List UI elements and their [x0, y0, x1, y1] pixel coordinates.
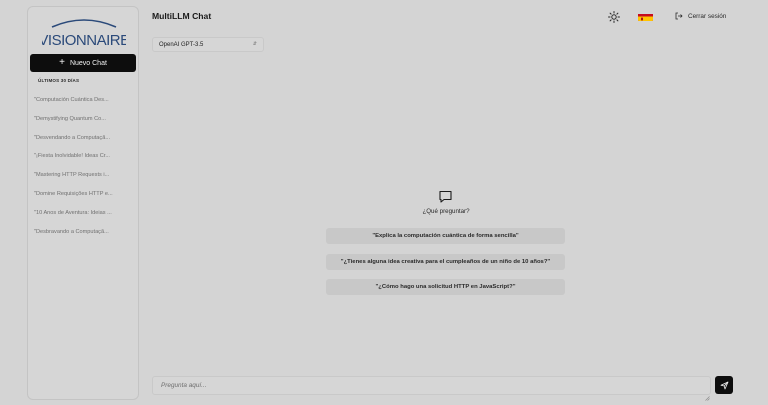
language-selector[interactable]	[638, 11, 653, 21]
model-select-value: OpenAI GPT-3.5	[159, 41, 204, 48]
logout-icon	[675, 12, 683, 20]
history-item[interactable]: "Computación Cuántica Des...	[34, 91, 132, 110]
new-chat-button[interactable]: + Nuevo Chat	[30, 54, 136, 72]
empty-state-prompt: ¿Qué preguntar?	[422, 208, 470, 215]
sidebar: VISIONNAIRE + Nuevo Chat ÚLTIMOS 30 DÍAS…	[27, 6, 139, 400]
history-item[interactable]: "¡Fiesta Inolvidable! Ideas Cr...	[34, 147, 132, 166]
history-item[interactable]: "10 Anos de Aventura: Ideias ...	[34, 204, 132, 223]
chat-history-list: "Computación Cuántica Des... "Demystifyi…	[34, 91, 132, 241]
model-select[interactable]: OpenAI GPT-3.5 ⇵	[152, 37, 264, 52]
flag-spain-icon	[638, 14, 653, 21]
history-item[interactable]: "Desvendando a Computaçã...	[34, 129, 132, 148]
app-title: MultiLLM Chat	[152, 11, 212, 21]
app-window: VISIONNAIRE + Nuevo Chat ÚLTIMOS 30 DÍAS…	[0, 0, 768, 405]
chat-bubble-icon	[438, 189, 453, 204]
chevron-up-down-icon: ⇵	[252, 41, 257, 47]
logout-button[interactable]: Cerrar sesión	[675, 12, 726, 20]
send-button[interactable]	[715, 376, 733, 394]
suggestion-button[interactable]: "¿Cómo hago una solicitud HTTP en JavaSc…	[326, 279, 565, 295]
visionnaire-logo: VISIONNAIRE	[42, 15, 126, 51]
resize-grip-icon[interactable]	[705, 388, 710, 401]
suggestion-button[interactable]: "Explica la computación cuántica de form…	[326, 228, 565, 244]
send-icon	[720, 381, 728, 389]
history-item[interactable]: "Demystifying Quantum Co...	[34, 110, 132, 129]
history-item[interactable]: "Mastering HTTP Requests i...	[34, 166, 132, 185]
theme-toggle-button[interactable]	[607, 10, 621, 24]
suggestion-button[interactable]: "¿Tienes alguna idea creativa para el cu…	[326, 254, 565, 270]
logout-label: Cerrar sesión	[688, 12, 727, 20]
history-section-label: ÚLTIMOS 30 DÍAS	[38, 78, 80, 83]
new-chat-label: Nuevo Chat	[69, 59, 107, 67]
svg-text:VISIONNAIRE: VISIONNAIRE	[42, 32, 126, 49]
history-item[interactable]: "Desbravando a Computaçã...	[34, 223, 132, 242]
sun-icon	[608, 11, 620, 23]
message-input[interactable]	[152, 376, 711, 395]
plus-icon: +	[59, 57, 65, 68]
history-item[interactable]: "Domine Requisições HTTP e...	[34, 185, 132, 204]
